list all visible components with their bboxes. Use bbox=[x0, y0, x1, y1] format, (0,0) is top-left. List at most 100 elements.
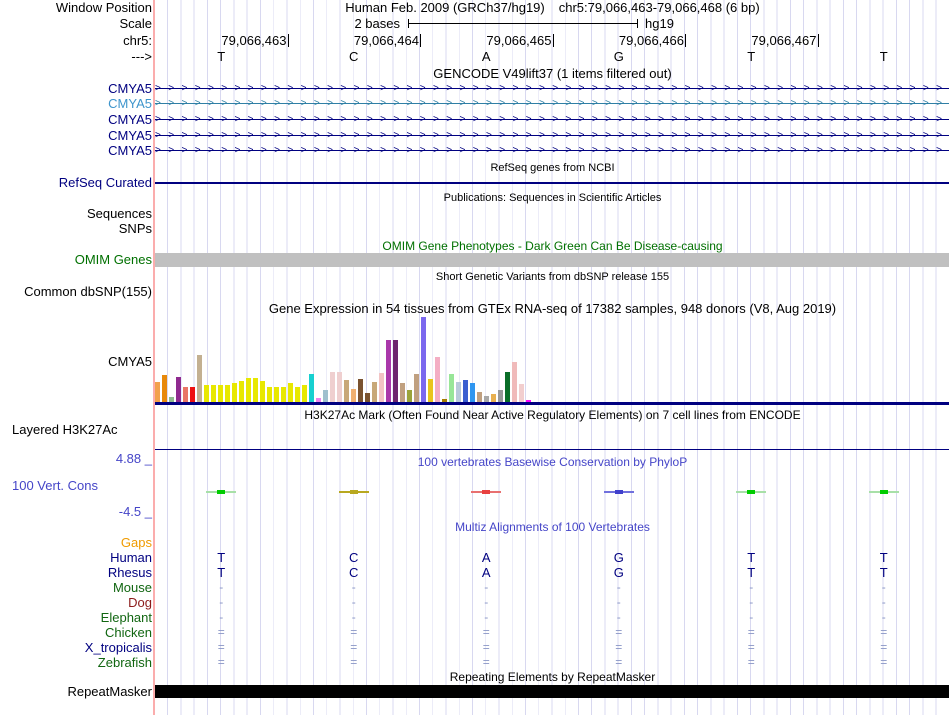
multiz-align-cell[interactable]: - bbox=[201, 596, 241, 609]
gtex-bar[interactable] bbox=[176, 377, 181, 402]
multiz-align-cell[interactable]: = bbox=[334, 656, 374, 669]
multiz-align-cell[interactable]: - bbox=[201, 611, 241, 624]
multiz-align-cell[interactable]: = bbox=[731, 656, 771, 669]
multiz-align-cell[interactable]: A bbox=[466, 566, 506, 579]
gtex-bar[interactable] bbox=[456, 382, 461, 402]
multiz-align-cell[interactable]: - bbox=[599, 611, 639, 624]
multiz-species-label[interactable]: Dog bbox=[0, 596, 152, 609]
gtex-bar[interactable] bbox=[309, 374, 314, 402]
multiz-align-cell[interactable]: = bbox=[864, 641, 904, 654]
multiz-align-cell[interactable]: - bbox=[466, 611, 506, 624]
multiz-align-cell[interactable]: - bbox=[731, 596, 771, 609]
gencode-gene-label[interactable]: CMYA5 bbox=[0, 113, 152, 126]
multiz-align-cell[interactable]: T bbox=[731, 551, 771, 564]
multiz-align-cell[interactable]: = bbox=[201, 656, 241, 669]
refseq-gene-bar[interactable] bbox=[155, 182, 949, 184]
omim-genes-label[interactable]: OMIM Genes bbox=[0, 253, 152, 266]
multiz-align-cell[interactable]: - bbox=[864, 596, 904, 609]
multiz-align-cell[interactable]: T bbox=[731, 566, 771, 579]
multiz-align-cell[interactable]: - bbox=[201, 581, 241, 594]
gtex-bar[interactable] bbox=[407, 390, 412, 402]
refseq-curated-label[interactable]: RefSeq Curated bbox=[0, 176, 152, 189]
gtex-bar[interactable] bbox=[183, 387, 188, 402]
gencode-gene-label[interactable]: CMYA5 bbox=[0, 82, 152, 95]
multiz-species-label[interactable]: Mouse bbox=[0, 581, 152, 594]
gtex-bar[interactable] bbox=[344, 380, 349, 402]
gencode-gene-arrows[interactable]: >>>>>>>>>>>>>>>>>>>>>>>>>>>>>>>>>>>>>>>>… bbox=[155, 113, 949, 126]
gtex-bar[interactable] bbox=[281, 387, 286, 402]
gencode-gene-arrows[interactable]: >>>>>>>>>>>>>>>>>>>>>>>>>>>>>>>>>>>>>>>>… bbox=[155, 97, 949, 110]
gtex-bar[interactable] bbox=[358, 379, 363, 402]
gtex-bar[interactable] bbox=[260, 381, 265, 402]
multiz-align-cell[interactable]: - bbox=[334, 611, 374, 624]
multiz-align-cell[interactable]: = bbox=[731, 641, 771, 654]
gtex-bar[interactable] bbox=[414, 374, 419, 402]
gtex-bar[interactable] bbox=[505, 372, 510, 402]
gtex-bar[interactable] bbox=[246, 378, 251, 402]
multiz-align-cell[interactable]: T bbox=[864, 566, 904, 579]
gtex-bar[interactable] bbox=[519, 384, 524, 402]
gtex-bar[interactable] bbox=[372, 382, 377, 402]
multiz-align-cell[interactable]: = bbox=[731, 626, 771, 639]
multiz-align-cell[interactable]: T bbox=[201, 566, 241, 579]
gtex-bar[interactable] bbox=[225, 385, 230, 402]
multiz-species-label[interactable]: Human bbox=[0, 551, 152, 564]
gtex-bar[interactable] bbox=[449, 374, 454, 402]
multiz-align-cell[interactable]: = bbox=[466, 641, 506, 654]
gtex-bar[interactable] bbox=[470, 383, 475, 402]
gencode-gene-label[interactable]: CMYA5 bbox=[0, 97, 152, 110]
multiz-species-label[interactable]: Rhesus bbox=[0, 566, 152, 579]
gtex-bar[interactable] bbox=[267, 387, 272, 402]
conservation-label[interactable]: 100 Vert. Cons bbox=[12, 479, 98, 492]
gencode-gene-label[interactable]: CMYA5 bbox=[0, 129, 152, 142]
multiz-align-cell[interactable]: = bbox=[334, 626, 374, 639]
multiz-align-cell[interactable]: = bbox=[201, 641, 241, 654]
sequences-label[interactable]: Sequences bbox=[0, 207, 152, 220]
multiz-align-cell[interactable]: G bbox=[599, 551, 639, 564]
gtex-bar[interactable] bbox=[365, 393, 370, 402]
multiz-align-cell[interactable]: C bbox=[334, 551, 374, 564]
gtex-bar[interactable] bbox=[197, 355, 202, 402]
gencode-gene-arrows[interactable]: >>>>>>>>>>>>>>>>>>>>>>>>>>>>>>>>>>>>>>>>… bbox=[155, 129, 949, 142]
multiz-align-cell[interactable]: = bbox=[599, 626, 639, 639]
multiz-align-cell[interactable]: = bbox=[334, 641, 374, 654]
multiz-align-cell[interactable]: - bbox=[731, 581, 771, 594]
multiz-species-label[interactable]: Zebrafish bbox=[0, 656, 152, 669]
multiz-align-cell[interactable]: = bbox=[599, 641, 639, 654]
gtex-bar[interactable] bbox=[155, 382, 160, 402]
multiz-align-cell[interactable]: C bbox=[334, 566, 374, 579]
multiz-align-cell[interactable]: = bbox=[864, 656, 904, 669]
multiz-align-cell[interactable]: T bbox=[201, 551, 241, 564]
multiz-align-cell[interactable]: - bbox=[466, 581, 506, 594]
gtex-bar[interactable] bbox=[232, 383, 237, 402]
gtex-bar[interactable] bbox=[253, 378, 258, 402]
multiz-align-cell[interactable]: = bbox=[466, 626, 506, 639]
multiz-align-cell[interactable]: - bbox=[731, 611, 771, 624]
gtex-bar[interactable] bbox=[428, 379, 433, 402]
gtex-bar[interactable] bbox=[379, 373, 384, 402]
gtex-bar[interactable] bbox=[421, 317, 426, 402]
multiz-align-cell[interactable]: - bbox=[466, 596, 506, 609]
gtex-bar[interactable] bbox=[463, 380, 468, 402]
gtex-bar[interactable] bbox=[351, 389, 356, 402]
gtex-bar[interactable] bbox=[162, 375, 167, 402]
gtex-bar[interactable] bbox=[400, 383, 405, 402]
gtex-bar[interactable] bbox=[393, 340, 398, 402]
multiz-align-cell[interactable]: A bbox=[466, 551, 506, 564]
multiz-align-cell[interactable]: G bbox=[599, 566, 639, 579]
h3k27ac-label[interactable]: Layered H3K27Ac bbox=[12, 423, 118, 436]
multiz-align-cell[interactable]: = bbox=[466, 656, 506, 669]
gtex-bar[interactable] bbox=[435, 357, 440, 402]
gencode-gene-arrows[interactable]: >>>>>>>>>>>>>>>>>>>>>>>>>>>>>>>>>>>>>>>>… bbox=[155, 144, 949, 157]
gtex-gene-label[interactable]: CMYA5 bbox=[0, 355, 152, 368]
multiz-align-cell[interactable]: - bbox=[864, 581, 904, 594]
gtex-bar[interactable] bbox=[204, 385, 209, 402]
multiz-align-cell[interactable]: = bbox=[599, 656, 639, 669]
gtex-bar[interactable] bbox=[218, 385, 223, 402]
multiz-align-cell[interactable]: = bbox=[864, 626, 904, 639]
snps-label[interactable]: SNPs bbox=[0, 222, 152, 235]
multiz-species-label[interactable]: X_tropicalis bbox=[0, 641, 152, 654]
dbsnp-label[interactable]: Common dbSNP(155) bbox=[0, 285, 152, 298]
multiz-align-cell[interactable]: - bbox=[334, 596, 374, 609]
gtex-bar[interactable] bbox=[288, 383, 293, 402]
